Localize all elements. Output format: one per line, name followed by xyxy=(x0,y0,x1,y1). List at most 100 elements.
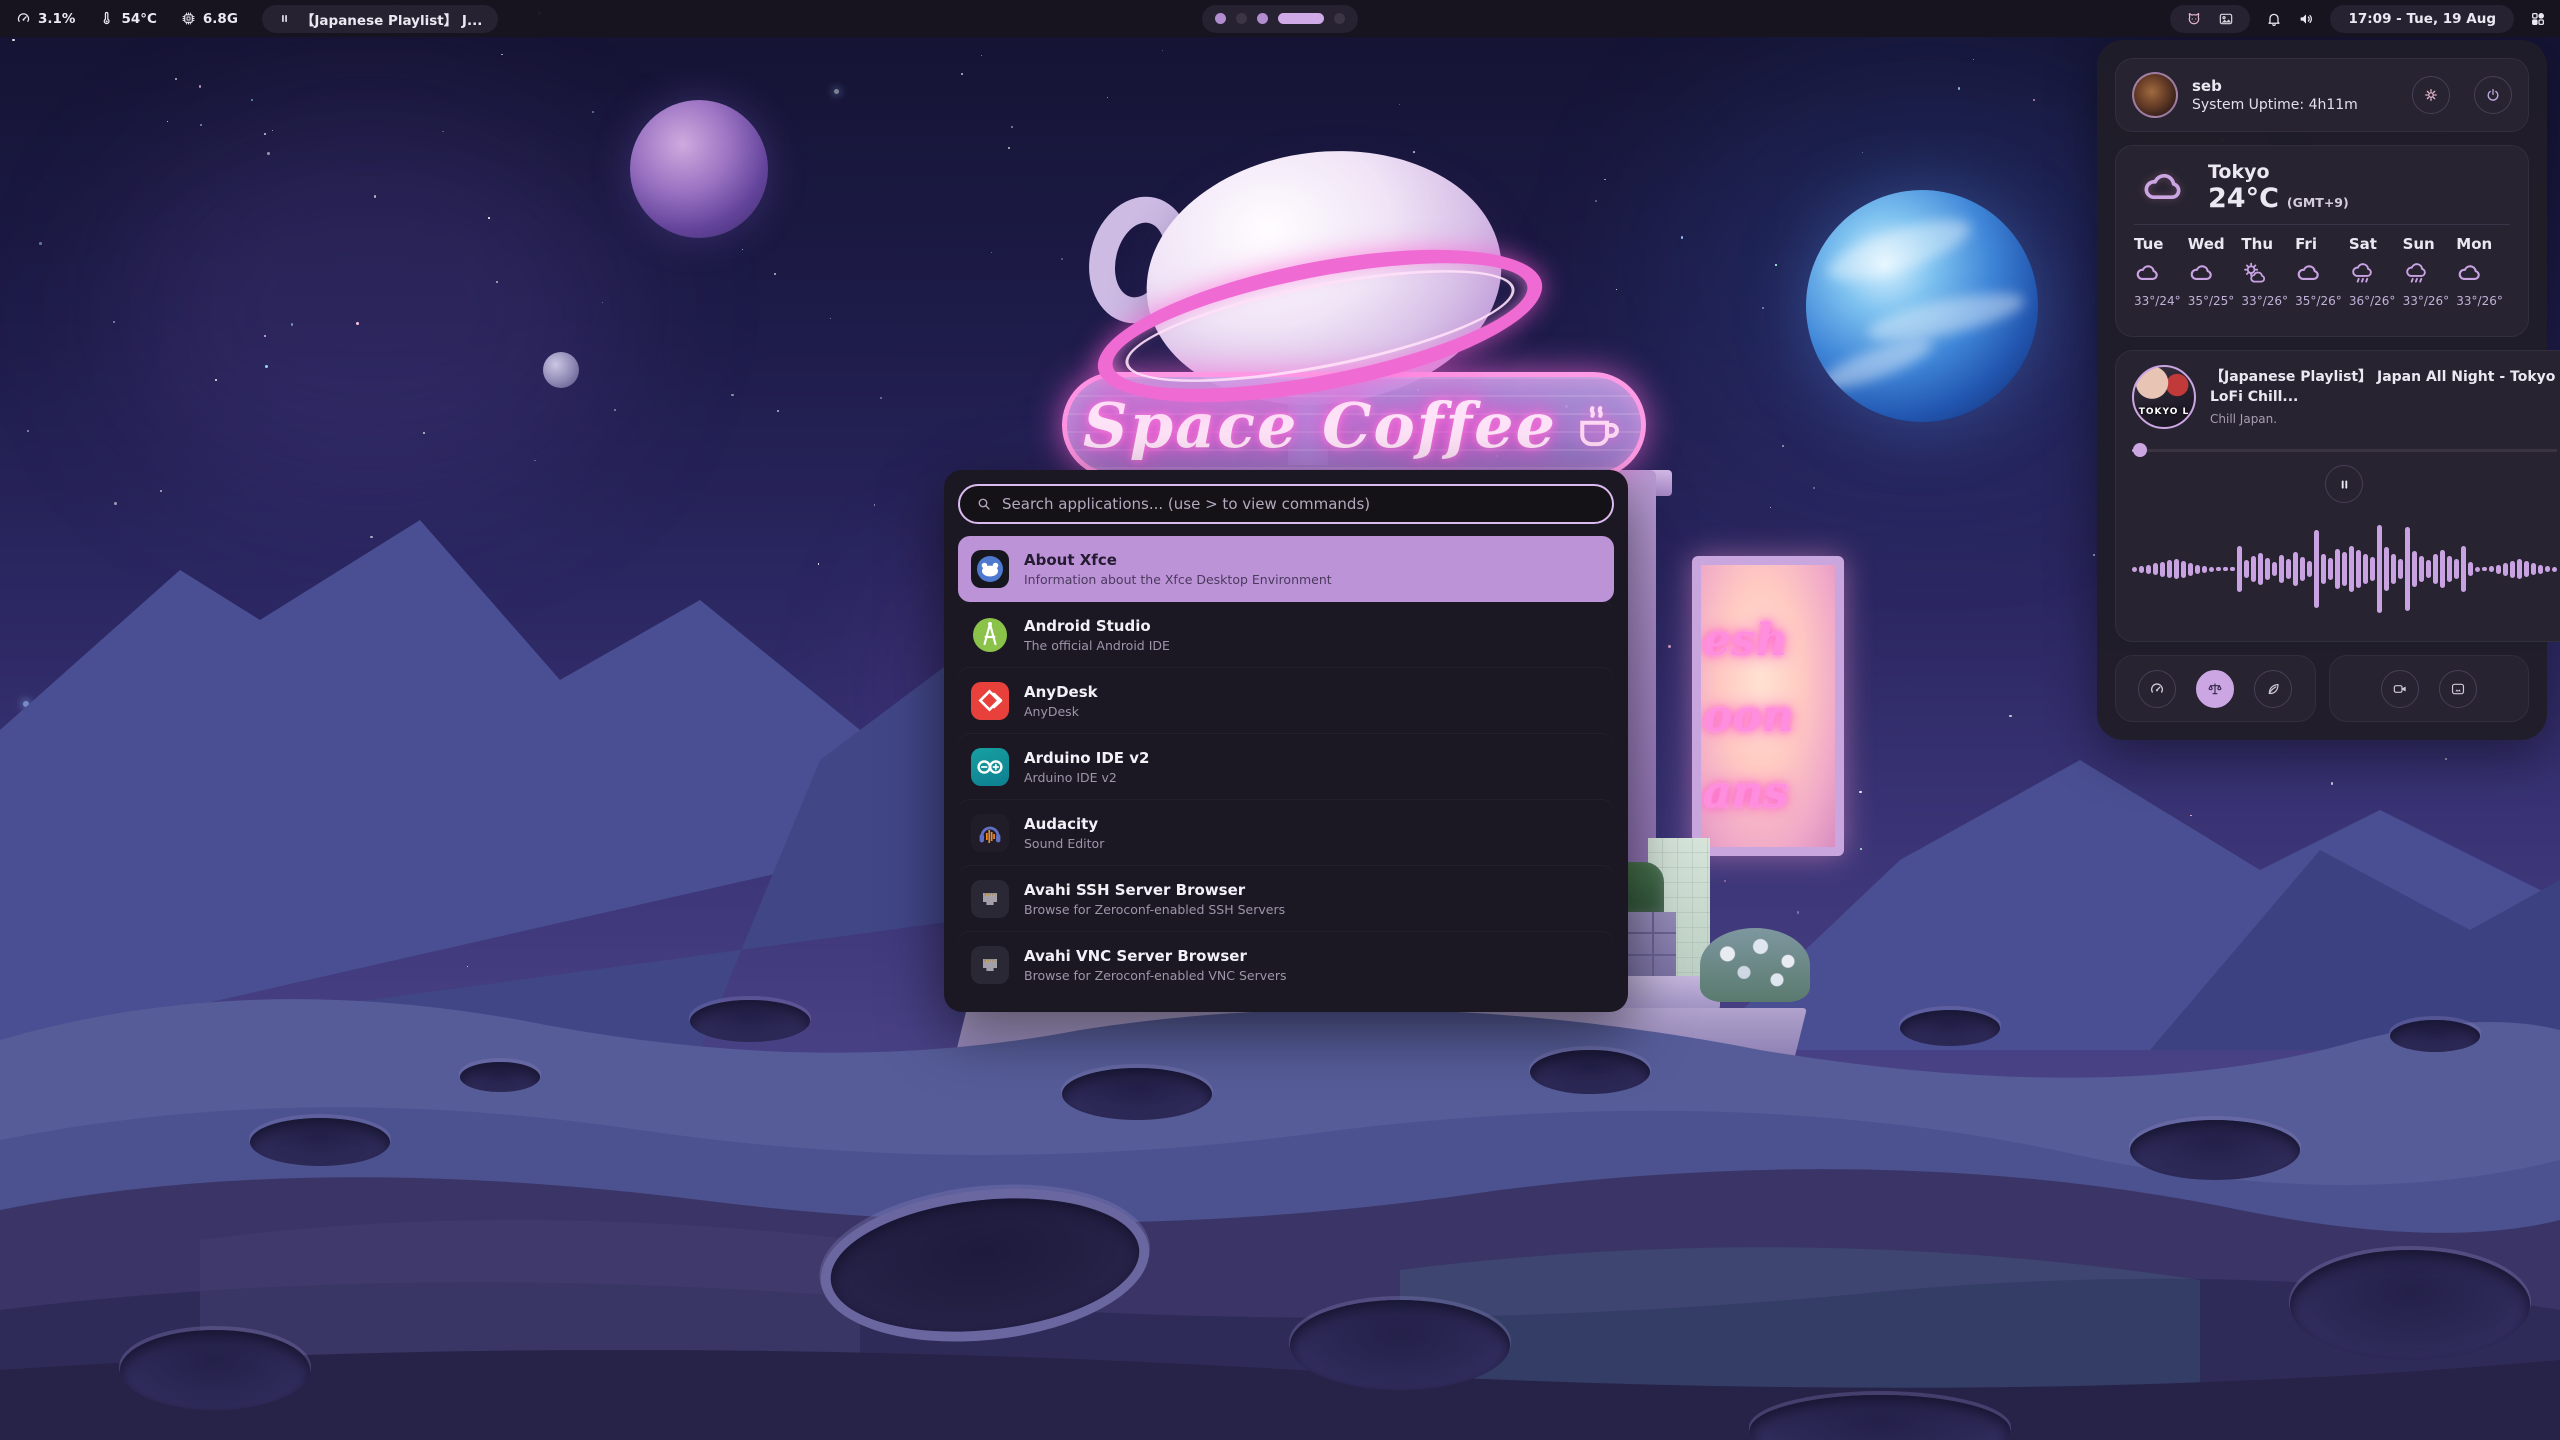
cloud-icon xyxy=(2456,260,2483,287)
crater xyxy=(1530,1050,1650,1094)
topbar-system-stats: 3.1% 54°C 6.8G 【Japanese Playlist】 J... xyxy=(0,5,498,33)
small-moon xyxy=(543,352,579,388)
app-subtitle: Arduino IDE v2 xyxy=(1024,770,1150,785)
temperature-stat[interactable]: 54°C xyxy=(99,11,156,27)
speedometer-icon xyxy=(2149,681,2165,697)
rain-icon xyxy=(2403,260,2430,287)
arduino-app-icon xyxy=(971,748,1009,786)
power-profile-card xyxy=(2115,655,2316,722)
weather-widget: Tokyo 24°C (GMT+9) Tue33°/24°Wed35°/25°T… xyxy=(2115,145,2529,337)
music-widget: TOKYO L 【Japanese Playlist】 Japan All Ni… xyxy=(2115,350,2560,642)
screen-record-button[interactable] xyxy=(2381,670,2419,708)
memory-value: 6.8G xyxy=(203,11,238,27)
launcher-item-arduino-ide-v2[interactable]: Arduino IDE v2Arduino IDE v2 xyxy=(958,734,1614,800)
app-launcher-window: About XfceInformation about the Xfce Des… xyxy=(944,470,1628,1012)
search-icon xyxy=(976,496,992,512)
thermometer-icon xyxy=(99,11,114,26)
launcher-results-list: About XfceInformation about the Xfce Des… xyxy=(958,536,1614,998)
avatar[interactable] xyxy=(2132,72,2178,118)
user-card: seb System Uptime: 4h11m xyxy=(2115,58,2529,132)
workspace-dot-5[interactable] xyxy=(1334,13,1345,24)
cloud-icon xyxy=(2134,165,2192,211)
notifications-bell-icon[interactable] xyxy=(2266,11,2282,27)
progress-thumb[interactable] xyxy=(2133,443,2147,457)
launcher-item-audacity[interactable]: Audacity Sound Editor xyxy=(958,800,1614,866)
app-subtitle: Browse for Zeroconf-enabled VNC Servers xyxy=(1024,968,1286,983)
crater xyxy=(460,1062,540,1092)
crater xyxy=(120,1330,310,1410)
shop-window-text: esh xyxy=(1703,603,1829,679)
crater xyxy=(1900,1010,2000,1046)
user-name: seb xyxy=(2192,77,2398,95)
chip-icon xyxy=(181,11,196,26)
track-title: 【Japanese Playlist】 Japan All Night - To… xyxy=(2210,368,2557,407)
workspace-dot-1[interactable] xyxy=(1215,13,1226,24)
forecast-day-thu: Thu33°/26° xyxy=(2241,235,2295,308)
volume-icon[interactable] xyxy=(2298,11,2314,27)
powersave-profile-button[interactable] xyxy=(2254,670,2292,708)
now-playing-pill[interactable]: 【Japanese Playlist】 J... xyxy=(262,5,498,33)
workspace-dot-4[interactable] xyxy=(1278,13,1324,24)
album-art-text: TOKYO L xyxy=(2139,407,2189,417)
app-subtitle: Sound Editor xyxy=(1024,836,1104,851)
app-subtitle: Information about the Xfce Desktop Envir… xyxy=(1024,572,1332,587)
app-title: Android Studio xyxy=(1024,617,1170,636)
launcher-item-android-studio[interactable]: Android Studio The official Android IDE xyxy=(958,602,1614,668)
launcher-item-avahi-ssh-server-browser[interactable]: Avahi SSH Server BrowserBrowse for Zeroc… xyxy=(958,866,1614,932)
temperature-value: 54°C xyxy=(121,11,156,27)
weather-timezone: (GMT+9) xyxy=(2287,195,2349,210)
speedometer-icon xyxy=(16,11,31,26)
progress-bar[interactable] xyxy=(2132,443,2557,457)
power-icon xyxy=(2485,87,2501,103)
app-subtitle: AnyDesk xyxy=(1024,704,1098,719)
video-camera-icon xyxy=(2392,681,2408,697)
crater xyxy=(690,1000,810,1042)
cloud-icon xyxy=(2295,260,2322,287)
launcher-item-avahi-vnc-server-browser[interactable]: Avahi VNC Server BrowserBrowse for Zeroc… xyxy=(958,932,1614,998)
power-button[interactable] xyxy=(2474,76,2512,114)
cpu-usage-stat[interactable]: 3.1% xyxy=(16,11,75,27)
weather-temp: 24°C xyxy=(2208,183,2279,214)
rain-icon xyxy=(2349,260,2376,287)
network-app-icon xyxy=(971,880,1009,918)
network-app-icon xyxy=(971,946,1009,984)
control-panel: seb System Uptime: 4h11m Tokyo 24°C (GMT… xyxy=(2097,40,2547,740)
screenshot-button[interactable] xyxy=(2439,670,2477,708)
app-title: Audacity xyxy=(1024,815,1104,834)
tray-pill[interactable] xyxy=(2170,5,2250,33)
launcher-search-bar[interactable] xyxy=(958,484,1614,524)
performance-profile-button[interactable] xyxy=(2138,670,2176,708)
workspace-switcher[interactable] xyxy=(1202,5,1358,33)
forecast-day-fri: Fri35°/26° xyxy=(2295,235,2349,308)
cat-icon[interactable] xyxy=(2186,11,2202,27)
workspace-dot-3[interactable] xyxy=(1257,13,1268,24)
shop-window: esh oon ans xyxy=(1692,556,1844,856)
launcher-item-about-xfce[interactable]: About XfceInformation about the Xfce Des… xyxy=(958,536,1614,602)
topbar-tray: 17:09 - Tue, 19 Aug xyxy=(2170,5,2560,33)
gear-icon xyxy=(2423,87,2439,103)
wallpaper-icon[interactable] xyxy=(2218,11,2234,27)
clock-text: 17:09 - Tue, 19 Aug xyxy=(2348,11,2496,27)
app-subtitle: The official Android IDE xyxy=(1024,638,1170,653)
cloud-icon xyxy=(2188,260,2215,287)
balanced-profile-button[interactable] xyxy=(2196,670,2234,708)
android-studio-app-icon xyxy=(971,616,1009,654)
pause-button[interactable] xyxy=(2325,465,2363,503)
purple-planet xyxy=(630,100,768,238)
app-grid-icon[interactable] xyxy=(2530,11,2546,27)
partly-sunny-icon xyxy=(2241,260,2268,287)
forecast-day-sun: Sun33°/26° xyxy=(2403,235,2457,308)
app-title: AnyDesk xyxy=(1024,683,1098,702)
settings-button[interactable] xyxy=(2412,76,2450,114)
crater xyxy=(1290,1300,1510,1390)
search-input[interactable] xyxy=(1002,495,1596,513)
memory-stat[interactable]: 6.8G xyxy=(181,11,238,27)
foreground-terrain xyxy=(0,1120,2560,1440)
workspace-dot-2[interactable] xyxy=(1236,13,1247,24)
coffee-cup-icon xyxy=(1571,398,1625,452)
launcher-item-anydesk[interactable]: AnyDesk AnyDesk xyxy=(958,668,1614,734)
desktop: esh oon ans Space Coffee xyxy=(0,0,2560,1440)
cpu-usage-value: 3.1% xyxy=(38,11,75,27)
clock-pill[interactable]: 17:09 - Tue, 19 Aug xyxy=(2330,5,2514,33)
app-subtitle: Browse for Zeroconf-enabled SSH Servers xyxy=(1024,902,1285,917)
